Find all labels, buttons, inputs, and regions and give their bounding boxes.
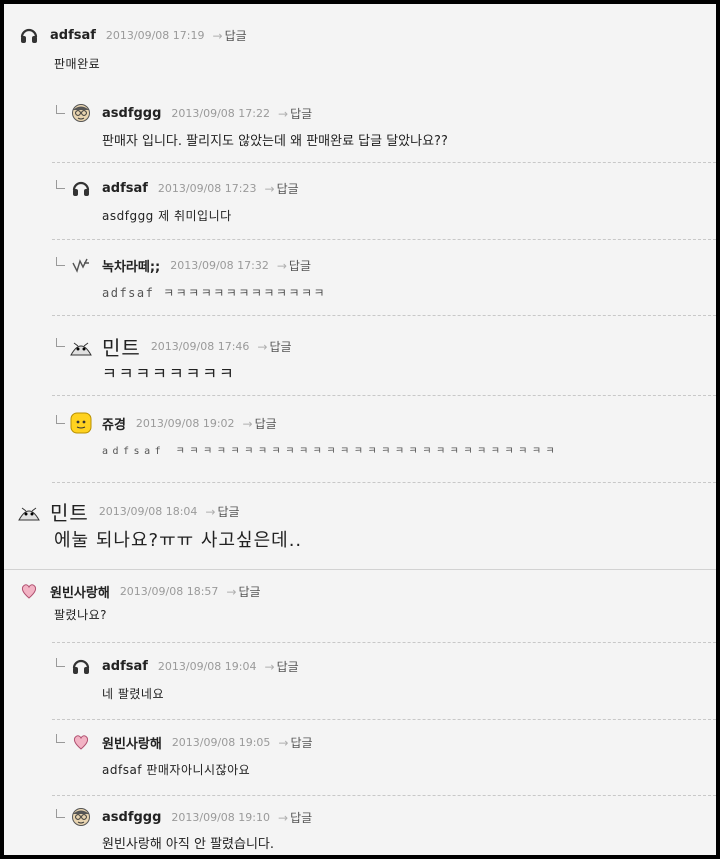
reply-indent-marker [56,179,65,189]
reply-item: 녹차라떼;; 2013/09/08 17:32 → 답글 adfsaf ㅋㅋㅋㅋㅋ… [52,240,716,316]
headphones-icon [70,177,92,199]
face-glasses-icon [70,102,92,124]
comment-date: 2013/09/08 18:04 [98,505,198,518]
comment-date: 2013/09/08 17:32 [170,258,269,272]
comment-text: 판매자 입니다. 팔리지도 않았는데 왜 판매완료 답글 달았나요?? [102,134,448,149]
reply-indent-marker [56,338,65,347]
comment-date: 2013/09/08 19:10 [171,810,270,824]
headphones-icon [70,655,92,677]
reply-item: asdfggg 2013/09/08 17:22 → 답글 판매자 입니다. 팔리… [52,90,716,163]
reply-item: asdfggg 2013/09/08 19:10 → 답글 원빈사랑해 아직 안 … [52,796,716,855]
mint-character-icon [18,501,40,523]
comment-author[interactable]: 녹차라떼;; [102,256,160,275]
reply-arrow-icon: → [205,505,216,519]
reply-link[interactable]: → 답글 [265,658,299,675]
comment-author[interactable]: adfsaf [102,659,148,674]
comment-date: 2013/09/08 17:46 [150,340,250,353]
reply-arrow-icon: → [242,416,253,431]
comment-author[interactable]: 원빈사랑해 [102,733,162,752]
reply-link[interactable]: → 답글 [257,338,291,355]
reply-link[interactable]: → 답글 [278,105,312,122]
comment-text: 팔렸나요? [54,608,108,622]
comment-text: 네 팔렸네요 [102,687,165,701]
reply-link[interactable]: → 답글 [226,583,260,600]
comment-date: 2013/09/08 17:19 [105,28,205,42]
reply-indent-marker [56,414,65,424]
reply-arrow-icon: → [278,106,289,121]
reply-arrow-icon: → [226,584,237,599]
comment-text: asdfggg 제 취미입니다 [102,209,232,223]
comment-date: 2013/09/08 18:57 [119,584,219,598]
comment-text: 원빈사랑해 아직 안 팔렸습니다. [102,837,275,852]
reply-item: 원빈사랑해 2013/09/08 19:05 → 답글 adfsaf 판매자아니시… [52,719,716,796]
reply-arrow-icon: → [264,181,275,196]
reply-link[interactable]: → 답글 [278,734,312,751]
heart-icon [70,731,92,753]
reply-link[interactable]: → 답글 [277,257,311,274]
comment-text: ㅋㅋㅋㅋㅋㅋㅋㅋ [102,364,236,383]
reply-link[interactable]: → 답글 [278,809,312,826]
scribble-icon [70,254,92,276]
comment-author[interactable]: 원빈사랑해 [50,582,110,601]
comment-text: 판매완료 [54,57,101,71]
comment-author[interactable]: asdfggg [102,106,161,121]
comment-text: adfsaf 판매자아니시잖아요 [102,763,251,777]
reply-arrow-icon: → [264,659,275,674]
headphones-icon [18,24,40,46]
reply-arrow-icon: → [257,340,268,354]
comment-list: adfsaf 2013/09/08 17:19 → 답글 판매완료 asdfggg… [4,4,716,855]
comment-text: adfsaf ㅋㅋㅋㅋㅋㅋㅋㅋㅋㅋㅋㅋㅋ [102,286,327,300]
comment-date: 2013/09/08 17:23 [157,181,257,195]
heart-icon [18,580,40,602]
comment-item: adfsaf 2013/09/08 17:19 → 답글 판매완료 [4,4,716,90]
comment-date: 2013/09/08 19:02 [135,416,235,430]
reply-indent-marker [56,733,65,743]
reply-arrow-icon: → [276,258,287,273]
reply-arrow-icon: → [212,28,223,43]
comment-item: 민트 2013/09/08 18:04 → 답글 에눌 되나요?ㅠㅠ 사고싶은데.… [4,482,716,570]
comment-author[interactable]: 쥬경 [102,414,126,433]
reply-link[interactable]: → 답글 [213,27,247,44]
face-glasses-icon [70,806,92,828]
reply-indent-marker [56,657,65,667]
comment-item: 원빈사랑해 2013/09/08 18:57 → 답글 팔렸나요? [4,570,716,642]
reply-link[interactable]: → 답글 [265,180,299,197]
reply-item: adfsaf 2013/09/08 17:23 → 답글 asdfggg 제 취미… [52,163,716,240]
comment-author[interactable]: 민트 [50,497,89,526]
reply-item: 민트 2013/09/08 17:46 → 답글 ㅋㅋㅋㅋㅋㅋㅋㅋ [52,316,716,396]
reply-indent-marker [56,256,65,266]
reply-indent-marker [56,808,65,818]
comment-date: 2013/09/08 17:22 [171,106,270,120]
reply-arrow-icon: → [278,810,289,825]
reply-indent-marker [56,104,65,114]
reply-item: 쥬경 2013/09/08 19:02 → 답글 adfsaf ㅋㅋㅋㅋㅋㅋㅋㅋㅋ… [52,396,716,483]
comment-author[interactable]: asdfggg [102,810,161,825]
comment-date: 2013/09/08 19:05 [171,735,271,749]
comment-author[interactable]: adfsaf [102,181,148,196]
comment-author[interactable]: adfsaf [50,28,96,43]
comment-text: 에눌 되나요?ㅠㅠ 사고싶은데.. [54,530,303,551]
reply-link[interactable]: → 답글 [205,503,239,520]
mint-character-icon [70,336,92,358]
comment-text: adfsaf ㅋㅋㅋㅋㅋㅋㅋㅋㅋㅋㅋㅋㅋㅋㅋㅋㅋㅋㅋㅋㅋㅋㅋㅋㅋㅋㅋㅋ [102,446,560,457]
reply-item: adfsaf 2013/09/08 19:04 → 답글 네 팔렸네요 [52,642,716,720]
reply-link[interactable]: → 답글 [243,415,277,432]
yellow-smiley-icon [70,412,92,434]
comment-date: 2013/09/08 19:04 [157,659,257,673]
reply-arrow-icon: → [278,735,289,750]
comment-author[interactable]: 민트 [102,332,141,361]
